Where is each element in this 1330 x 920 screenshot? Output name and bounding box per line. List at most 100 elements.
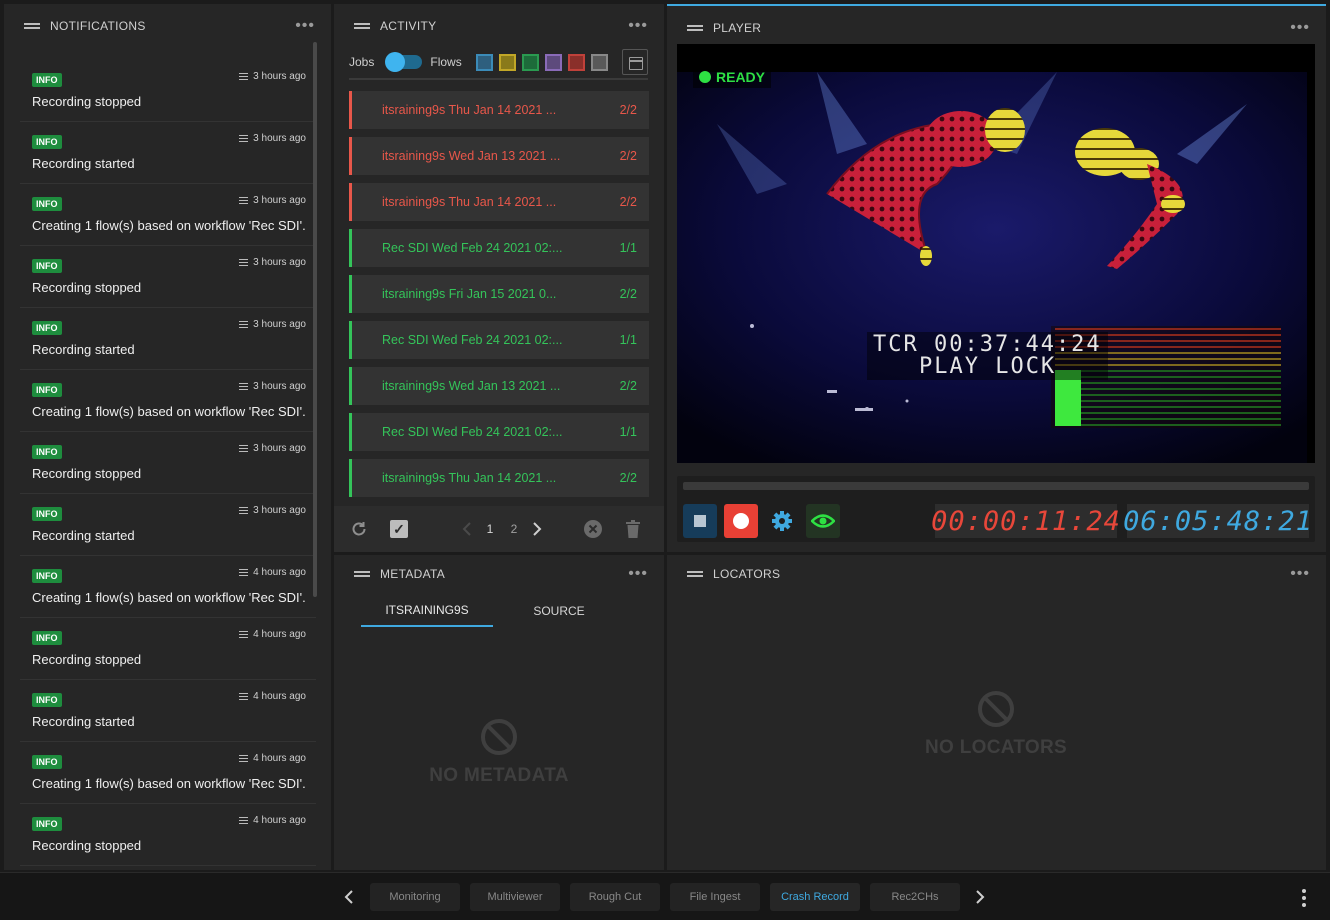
more-options-icon[interactable]: ••• xyxy=(1290,20,1310,36)
job-name: itsraining9s Wed Jan 13 2021 ... xyxy=(382,149,561,163)
workspace-tab[interactable]: File Ingest xyxy=(670,883,760,911)
osd-line-2: PLAY LOCK xyxy=(919,354,1057,379)
notification-message: Recording stopped xyxy=(32,838,142,853)
details-icon xyxy=(239,135,249,142)
notification-list: INFO 3 hours ago Recording stopped INFO 3 ho… xyxy=(20,60,316,866)
color-filter-swatch[interactable] xyxy=(498,53,516,71)
notification-item[interactable]: INFO 3 hours ago Creating 1 flow(s) based … xyxy=(20,370,316,432)
more-options-icon[interactable]: ••• xyxy=(628,566,648,582)
trash-icon[interactable] xyxy=(622,518,644,540)
drag-handle-icon[interactable] xyxy=(24,21,40,31)
tab-itsraining9s[interactable]: ITSRAINING9S xyxy=(361,595,493,627)
video-viewport[interactable]: READY TCR 00:37:44:24 PLAY LOCK xyxy=(677,44,1315,463)
activity-pager: ✓ 1 2 xyxy=(334,506,664,552)
stop-button[interactable] xyxy=(683,504,717,538)
chevron-right-icon[interactable] xyxy=(969,883,991,911)
job-name: itsraining9s Thu Jan 14 2021 ... xyxy=(382,471,557,485)
job-row[interactable]: itsraining9s Wed Jan 13 2021 ... 2/2 xyxy=(349,137,649,175)
more-options-icon[interactable]: ••• xyxy=(1290,566,1310,582)
settings-button[interactable] xyxy=(765,504,799,538)
notification-item[interactable]: INFO 3 hours ago Recording stopped xyxy=(20,60,316,122)
calendar-icon[interactable] xyxy=(622,49,648,75)
page-1[interactable]: 1 xyxy=(478,522,502,536)
job-row[interactable]: itsraining9s Wed Jan 13 2021 ... 2/2 xyxy=(349,367,649,405)
job-name: Rec SDI Wed Feb 24 2021 02:... xyxy=(382,333,563,347)
workspace-tab[interactable]: Crash Record xyxy=(770,883,860,911)
tab-source[interactable]: SOURCE xyxy=(493,595,625,627)
workspace-tab[interactable]: Multiviewer xyxy=(470,883,560,911)
details-icon xyxy=(239,817,249,824)
notification-item[interactable]: INFO 3 hours ago Recording started xyxy=(20,494,316,556)
kebab-menu-icon[interactable] xyxy=(1302,889,1306,907)
notification-message: Recording stopped xyxy=(32,280,142,295)
job-row[interactable]: itsraining9s Thu Jan 14 2021 ... 2/2 xyxy=(349,91,649,129)
timestamp: 4 hours ago xyxy=(239,815,306,826)
timestamp: 4 hours ago xyxy=(239,753,306,764)
notification-item[interactable]: INFO 3 hours ago Recording started xyxy=(20,122,316,184)
record-button[interactable] xyxy=(724,504,758,538)
chevron-left-icon[interactable] xyxy=(338,883,360,911)
panel-title: NOTIFICATIONS xyxy=(50,19,146,33)
drag-handle-icon[interactable] xyxy=(687,569,703,579)
notification-item[interactable]: INFO 3 hours ago Creating 1 flow(s) based … xyxy=(20,184,316,246)
more-options-icon[interactable]: ••• xyxy=(628,18,648,34)
job-row[interactable]: Rec SDI Wed Feb 24 2021 02:... 1/1 xyxy=(349,229,649,267)
notification-item[interactable]: INFO 4 hours ago Recording stopped xyxy=(20,618,316,680)
job-row[interactable]: itsraining9s Fri Jan 15 2021 0... 2/2 xyxy=(349,275,649,313)
panel-title: LOCATORS xyxy=(713,567,781,581)
drag-handle-icon[interactable] xyxy=(354,569,370,579)
notification-item[interactable]: INFO 3 hours ago Recording stopped xyxy=(20,246,316,308)
notification-item[interactable]: INFO 4 hours ago Creating 1 flow(s) based … xyxy=(20,556,316,618)
notification-message: Recording started xyxy=(32,714,135,729)
jobs-flows-toggle[interactable] xyxy=(385,52,423,72)
time-label: 3 hours ago xyxy=(253,443,306,454)
workspace-tab[interactable]: Rec2CHs xyxy=(870,883,960,911)
workspace-tab-bar: Monitoring Multiviewer Rough Cut File Inges… xyxy=(0,872,1330,920)
status-label: READY xyxy=(716,69,766,85)
seek-bar[interactable] xyxy=(683,482,1309,490)
timestamp: 3 hours ago xyxy=(239,381,306,392)
locators-empty-state: NO LOCATORS xyxy=(896,689,1096,759)
preview-button[interactable] xyxy=(806,504,840,538)
drag-handle-icon[interactable] xyxy=(687,23,703,33)
eye-icon xyxy=(811,514,835,528)
next-page-icon[interactable] xyxy=(526,518,548,540)
level-badge: INFO xyxy=(32,507,62,521)
color-filter-swatch[interactable] xyxy=(544,53,562,71)
time-label: 3 hours ago xyxy=(253,257,306,268)
job-row[interactable]: itsraining9s Thu Jan 14 2021 ... 2/2 xyxy=(349,459,649,497)
cancel-icon[interactable] xyxy=(582,518,604,540)
more-options-icon[interactable]: ••• xyxy=(295,18,315,34)
job-progress-count: 2/2 xyxy=(619,287,637,301)
page-2[interactable]: 2 xyxy=(502,522,526,536)
gear-icon xyxy=(772,511,792,531)
job-row[interactable]: itsraining9s Thu Jan 14 2021 ... 2/2 xyxy=(349,183,649,221)
color-filter-swatch[interactable] xyxy=(475,53,493,71)
notification-item[interactable]: INFO 4 hours ago Creating 1 flow(s) based … xyxy=(20,742,316,804)
notification-item[interactable]: INFO 3 hours ago Recording stopped xyxy=(20,432,316,494)
notification-message: Creating 1 flow(s) based on workflow 'Re… xyxy=(32,590,306,605)
drag-handle-icon[interactable] xyxy=(354,21,370,31)
job-row[interactable]: Rec SDI Wed Feb 24 2021 02:... 1/1 xyxy=(349,413,649,451)
color-filter-swatch[interactable] xyxy=(521,53,539,71)
notification-item[interactable]: INFO 4 hours ago Recording stopped xyxy=(20,804,316,866)
time-label: 4 hours ago xyxy=(253,815,306,826)
select-all-checkbox[interactable]: ✓ xyxy=(390,520,408,538)
notification-message: Creating 1 flow(s) based on workflow 'Re… xyxy=(32,404,306,419)
job-name: Rec SDI Wed Feb 24 2021 02:... xyxy=(382,425,563,439)
notification-item[interactable]: INFO 3 hours ago Recording started xyxy=(20,308,316,370)
workspace-tab[interactable]: Rough Cut xyxy=(570,883,660,911)
color-filter-swatch[interactable] xyxy=(567,53,585,71)
job-progress-count: 2/2 xyxy=(619,379,637,393)
notification-message: Recording started xyxy=(32,342,135,357)
osd-line-1: TCR 00:37:44:24 xyxy=(873,332,1102,357)
color-filter-swatch[interactable] xyxy=(590,53,608,71)
workspace-tab[interactable]: Monitoring xyxy=(370,883,460,911)
notification-item[interactable]: INFO 4 hours ago Recording started xyxy=(20,680,316,742)
prev-page-icon[interactable] xyxy=(456,518,478,540)
job-row[interactable]: Rec SDI Wed Feb 24 2021 02:... 1/1 xyxy=(349,321,649,359)
notifications-header: NOTIFICATIONS ••• xyxy=(4,4,331,48)
refresh-icon[interactable] xyxy=(348,518,370,540)
scrollbar[interactable] xyxy=(313,42,317,597)
level-badge: INFO xyxy=(32,73,62,87)
